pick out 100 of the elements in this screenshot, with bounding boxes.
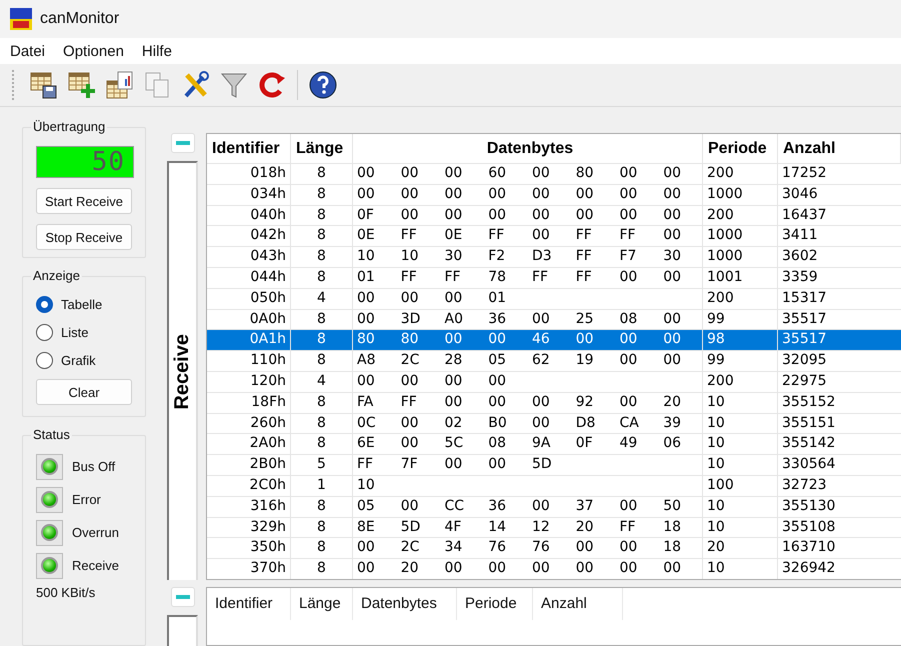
table-cell-text: 00 xyxy=(618,268,638,287)
table-cell-text: 00 xyxy=(574,330,595,350)
table-row[interactable]: 329h 8 8E 5D 4F 14 12 20 FF 18 10 355108 xyxy=(207,516,901,538)
table-row[interactable]: 018h 8 00 00 00 60 00 80 00 00 200 17252 xyxy=(207,163,901,184)
table-cell-text: 00 xyxy=(400,288,420,308)
table-cell-text: 35517 xyxy=(781,310,828,329)
table-cell-text: 76 xyxy=(531,538,551,558)
table-cell-text: 10 xyxy=(706,434,726,454)
table-cell-text: 0A1h xyxy=(248,330,287,350)
receive-button[interactable]: Start Receive xyxy=(36,188,132,214)
table-cell-text: 5D xyxy=(400,518,422,537)
table-cell-text: 1000 xyxy=(706,184,744,204)
table-row[interactable]: 350h 8 00 2C 34 76 76 00 00 18 20 163710 xyxy=(207,537,901,558)
table-cell-text: 0C xyxy=(356,414,377,433)
table-cell-text: 62 xyxy=(531,351,551,370)
table-cell-text: 20 xyxy=(574,518,595,537)
table-cell-text: 355151 xyxy=(781,414,836,433)
table-cell-text: 00 xyxy=(662,559,682,578)
table-row[interactable]: 2A0h 8 6E 00 5C 08 9A 0F 49 06 10 355142 xyxy=(207,433,901,454)
table-cell-text: 00 xyxy=(618,392,638,412)
table-cell-text: 00 xyxy=(356,184,376,204)
table-cell-text: 17252 xyxy=(781,164,828,183)
table-cell-text: 8 xyxy=(316,247,327,266)
table-row[interactable]: 043h 8 10 10 30 F2 D3 FF F7 30 1000 3602 xyxy=(207,246,901,267)
table-row[interactable]: 260h 8 0C 00 02 B0 00 D8 CA 39 10 355151 xyxy=(207,412,901,434)
table-row[interactable]: 0A1h 8 80 80 00 00 46 00 00 00 98 35517 xyxy=(207,329,901,350)
table-row[interactable]: 0A0h 8 00 3D A0 36 00 25 08 00 99 35517 xyxy=(207,308,901,330)
table-row[interactable]: 034h 8 00 00 00 00 00 00 00 00 1000 3046 xyxy=(207,184,901,205)
table-cell-text: 050h xyxy=(249,288,287,308)
table-cell-text: 25 xyxy=(574,310,595,329)
table-row[interactable]: 2B0h 5 FF 7F 00 00 5D 10 330564 xyxy=(207,454,901,475)
table-row[interactable]: 316h 8 05 00 CC 36 00 37 00 50 10 355130 xyxy=(207,496,901,517)
table-cell-text: 100 xyxy=(706,476,735,495)
table-cell-text: 2C0h xyxy=(248,476,287,495)
column-header[interactable]: Identifier xyxy=(207,588,291,620)
table-cell-text: FF xyxy=(574,268,593,287)
table-row[interactable]: 110h 8 A8 2C 28 05 62 19 00 00 99 32095 xyxy=(207,350,901,371)
table-row[interactable]: 040h 8 0F 00 00 00 00 00 00 00 200 16437 xyxy=(207,204,901,226)
table-cell-text: 355152 xyxy=(781,392,836,412)
radio-button[interactable] xyxy=(36,296,53,313)
table-cell-text: D3 xyxy=(531,247,553,266)
table-cell-text: 2A0h xyxy=(248,434,287,454)
table-cell-text: 08 xyxy=(487,434,508,454)
table-cell-text: 10 xyxy=(706,392,726,412)
app-logo-icon xyxy=(10,8,32,30)
column-header[interactable]: Periode xyxy=(457,588,533,620)
table-cell-text: 00 xyxy=(662,206,682,225)
table-cell-text: FF xyxy=(356,455,374,474)
table-cell-text: 99 xyxy=(706,310,726,329)
table-cell-text: 00 xyxy=(444,559,464,578)
table-cell-text: FF xyxy=(618,226,637,246)
receive-tab[interactable]: Receive xyxy=(167,161,198,580)
table-cell-text: 3411 xyxy=(781,226,819,246)
table-cell-text: 00 xyxy=(531,310,551,329)
table-cell-text: 8 xyxy=(316,496,327,516)
table-cell-text: 05 xyxy=(356,496,376,516)
table-cell-text: 200 xyxy=(706,164,735,183)
table-cell-text: 10 xyxy=(356,247,376,266)
table-row[interactable]: 18Fh 8 FA FF 00 00 00 92 00 20 10 355152 xyxy=(207,392,901,413)
column-header[interactable]: Datenbytes xyxy=(353,588,457,620)
column-header[interactable]: Anzahl xyxy=(533,588,623,620)
table-cell-text: 8 xyxy=(316,184,327,204)
table-cell-text: 10 xyxy=(706,496,726,516)
table-cell-text: 8 xyxy=(316,392,327,412)
table-cell-text: FF xyxy=(487,226,506,246)
table-cell-text: 00 xyxy=(356,164,376,183)
table-cell-text: 49 xyxy=(618,434,638,454)
table-cell-text: 00 xyxy=(400,372,420,391)
menu-item[interactable]: Hilfe xyxy=(142,42,172,60)
table-cell-text: F7 xyxy=(618,247,638,266)
table-row[interactable]: 050h 4 00 00 00 01 200 15317 xyxy=(207,288,901,309)
radio-button[interactable] xyxy=(36,324,53,341)
table-cell-text: 00 xyxy=(618,496,638,516)
radio-button[interactable] xyxy=(36,352,53,369)
menu-item[interactable]: Optionen xyxy=(63,42,124,60)
clear-button[interactable]: Clear xyxy=(36,379,132,406)
table-row[interactable]: 2C0h 1 10 100 32723 xyxy=(207,474,901,496)
menu-item[interactable]: Datei xyxy=(10,42,46,60)
group-title: Status xyxy=(31,426,72,442)
table-cell-text: FA xyxy=(356,392,374,412)
table-cell-text: 00 xyxy=(444,164,464,183)
table-cell-text: 00 xyxy=(444,372,464,391)
table-row[interactable]: 120h 4 00 00 00 00 200 22975 xyxy=(207,370,901,392)
table-cell-text: 00 xyxy=(400,496,420,516)
table-cell-text: 06 xyxy=(662,434,682,454)
table-cell-text: 10 xyxy=(706,559,726,578)
table-cell-text: 110h xyxy=(249,351,287,370)
table-row[interactable]: 370h 8 00 20 00 00 00 00 00 00 10 326942 xyxy=(207,558,901,579)
table-cell-text: 8 xyxy=(316,518,327,537)
side-tab[interactable] xyxy=(167,614,198,646)
table-row[interactable]: 042h 8 0E FF 0E FF 00 FF FF 00 1000 3411 xyxy=(207,225,901,246)
table-cell-text: 2C xyxy=(400,538,420,558)
led-label: Overrun xyxy=(72,525,119,540)
table-cell-text: 16437 xyxy=(781,206,828,225)
table-cell-text: 30 xyxy=(662,247,682,266)
receive-button[interactable]: Stop Receive xyxy=(36,224,132,250)
table-cell-text: FF xyxy=(400,268,418,287)
table-cell-text: 8 xyxy=(316,351,327,370)
column-header[interactable]: Länge xyxy=(291,588,353,620)
table-row[interactable]: 044h 8 01 FF FF 78 FF FF 00 00 1001 3359 xyxy=(207,266,901,288)
